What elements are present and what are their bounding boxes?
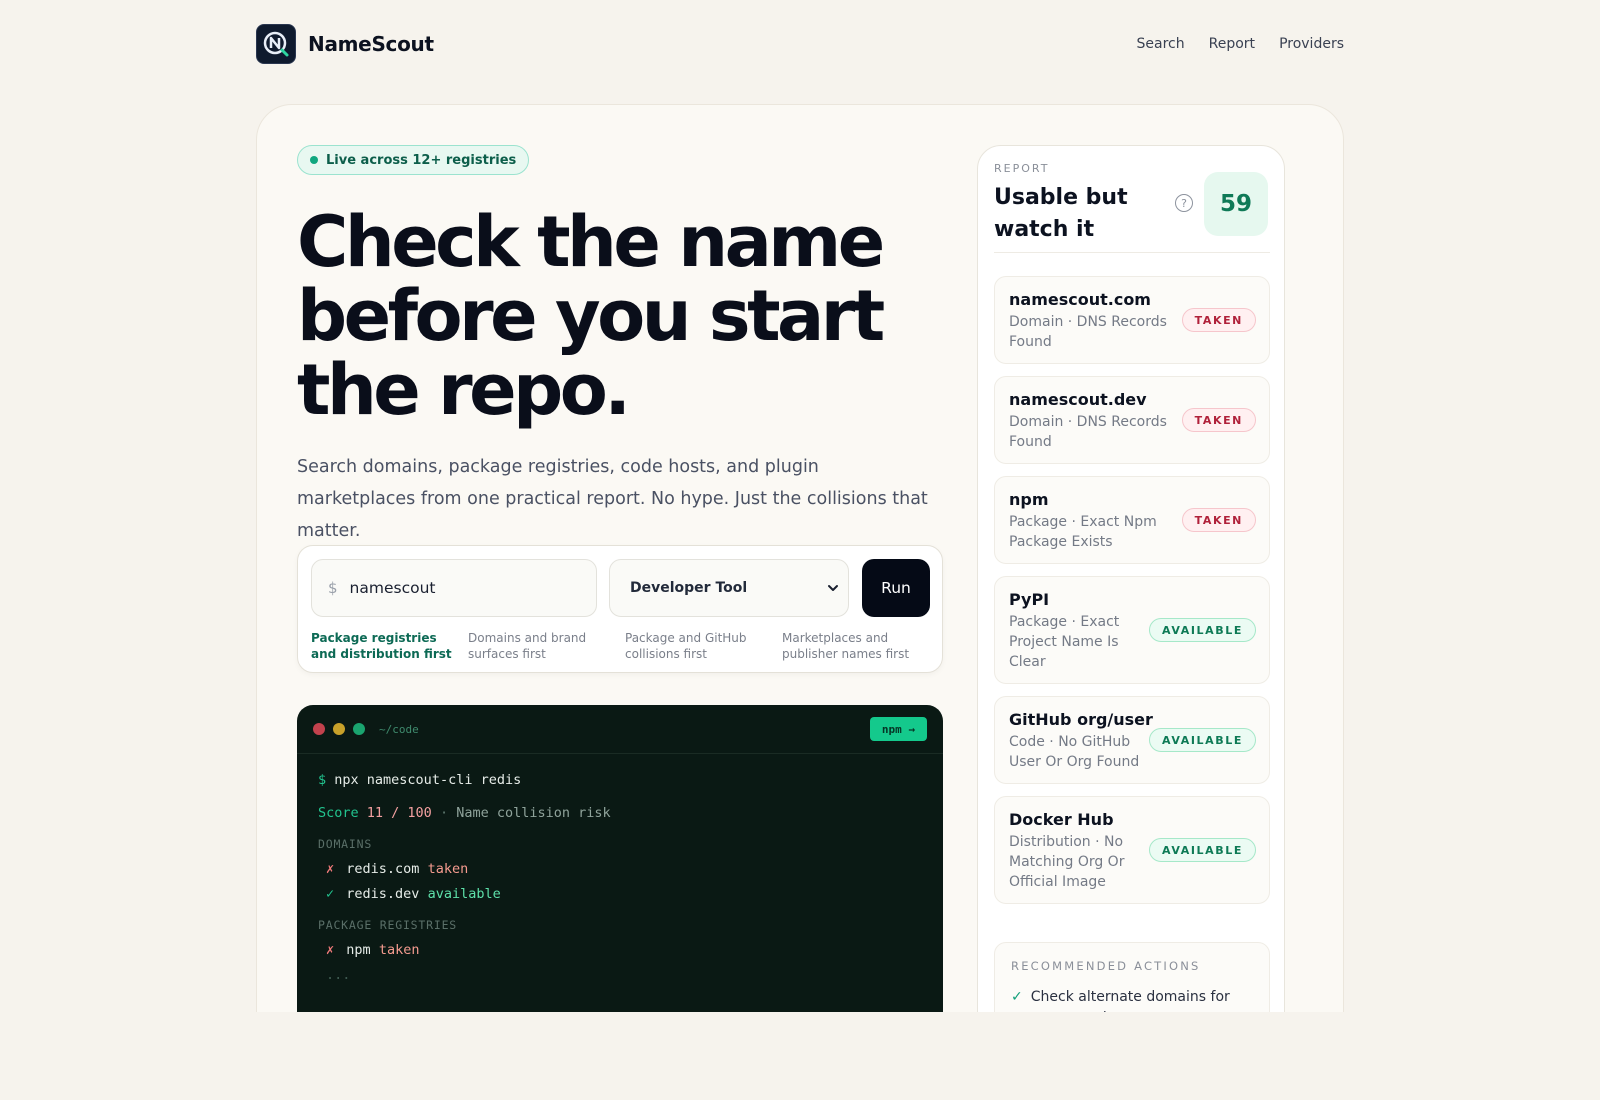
terminal-titlebar: ~/code npm → (297, 705, 943, 754)
logo-icon (256, 24, 296, 64)
terminal-row-name: npm (346, 942, 371, 958)
hero-description: Search domains, package registries, code… (297, 457, 928, 541)
brand-name: NameScout (308, 32, 434, 56)
live-dot-icon (310, 156, 318, 164)
result-meta: Package · Exact Project Name Is Clear (1009, 614, 1120, 670)
result-meta: Distribution · No Matching Org Or Offici… (1009, 834, 1125, 890)
terminal-row: ✗ redis.com taken (318, 857, 922, 882)
result-meta: Code · No GitHub User Or Org Found (1009, 734, 1140, 770)
live-pill-label: Live across 12+ registries (326, 152, 517, 168)
terminal-output: $ npx namescout-cli redis Score 11 / 100… (297, 754, 943, 1002)
terminal-ellipsis: ... (326, 967, 351, 983)
dollar-prefix-icon: $ (328, 579, 338, 597)
status-badge: TAKEN (1181, 508, 1256, 532)
mode-domains[interactable]: Domains and brand surfaces first (468, 630, 625, 662)
close-dot-icon (313, 723, 325, 735)
run-button[interactable]: Run (862, 559, 930, 617)
result-meta: Package · Exact Npm Package Exists (1009, 514, 1157, 550)
score-badge: 59 (1204, 172, 1268, 236)
result-meta: Domain · DNS Records Found (1009, 314, 1167, 350)
terminal-path: ~/code (379, 722, 419, 736)
mode-marketplaces[interactable]: Marketplaces and publisher names first (782, 630, 939, 662)
npm-badge[interactable]: npm → (869, 717, 927, 741)
hero: Live across 12+ registries Check the nam… (297, 145, 943, 547)
terminal-row: ✗ npm taken (318, 938, 922, 963)
nav-search[interactable]: Search (1137, 36, 1185, 52)
status-badge: AVAILABLE (1149, 618, 1256, 642)
result-meta: Domain · DNS Records Found (1009, 414, 1167, 450)
terminal-row-status: available (427, 886, 501, 902)
result-name: PyPI (1009, 590, 1050, 609)
result-card[interactable]: Docker Hub Distribution · No Matching Or… (994, 796, 1270, 904)
prompt-symbol: $ (318, 772, 327, 788)
maximize-dot-icon (353, 723, 365, 735)
terminal-command: npx namescout-cli redis (334, 772, 522, 788)
category-select[interactable]: Developer Tool (609, 559, 849, 617)
result-name: Docker Hub (1009, 810, 1114, 829)
terminal-section-packages: PACKAGE REGISTRIES (318, 918, 458, 932)
result-card[interactable]: namescout.dev Domain · DNS Records Found… (994, 376, 1270, 464)
name-input-wrapper[interactable]: $ (311, 559, 597, 617)
report-panel: REPORT Usable but watch it ? 59 namescou… (977, 145, 1285, 1100)
cross-icon: ✗ (326, 942, 335, 958)
terminal-row-status: taken (378, 942, 420, 958)
help-icon[interactable]: ? (1175, 194, 1193, 212)
status-badge: AVAILABLE (1149, 728, 1256, 752)
terminal-row: ✓ redis.dev available (318, 882, 922, 907)
search-modes: Package registries and distribution firs… (311, 630, 939, 662)
category-select-value: Developer Tool (630, 580, 748, 596)
result-card[interactable]: npm Package · Exact Npm Package Exists T… (994, 476, 1270, 564)
main-card: Live across 12+ registries Check the nam… (256, 104, 1344, 1100)
score-value: 11 / 100 (366, 805, 432, 821)
status-badge: TAKEN (1181, 308, 1256, 332)
status-badge: AVAILABLE (1149, 838, 1256, 862)
live-pill: Live across 12+ registries (297, 145, 530, 175)
page-bottom (0, 1012, 1600, 1100)
terminal-row-name: redis.dev (346, 886, 420, 902)
terminal-row-status: taken (427, 861, 469, 877)
score-note: Name collision risk (456, 805, 611, 821)
actions-title: RECOMMENDED ACTIONS (1011, 959, 1201, 973)
terminal-score-line: Score 11 / 100 · Name collision risk (318, 801, 922, 826)
report-title: Usable but watch it (994, 185, 1128, 242)
mode-github[interactable]: Package and GitHub collisions first (625, 630, 782, 662)
nav-providers[interactable]: Providers (1279, 36, 1344, 52)
main-nav: Search Report Providers (1137, 36, 1344, 52)
terminal-command-line: $ npx namescout-cli redis (318, 768, 922, 793)
page-title: Check the name before you start the repo… (297, 201, 885, 431)
divider (994, 252, 1270, 253)
brand[interactable]: NameScout (256, 24, 434, 64)
result-card[interactable]: namescout.com Domain · DNS Records Found… (994, 276, 1270, 364)
nav-report[interactable]: Report (1209, 36, 1255, 52)
terminal-section-domains: DOMAINS (318, 837, 373, 851)
chevron-down-icon (828, 585, 838, 591)
cross-icon: ✗ (326, 861, 335, 877)
score-separator: · (439, 805, 449, 821)
result-card[interactable]: GitHub org/user Code · No GitHub User Or… (994, 696, 1270, 784)
terminal-row-name: redis.com (346, 861, 420, 877)
result-card[interactable]: PyPI Package · Exact Project Name Is Cle… (994, 576, 1270, 684)
check-icon: ✓ (326, 886, 335, 902)
search-form: $ Developer Tool Run Package registries … (297, 545, 943, 673)
name-input[interactable] (349, 579, 570, 597)
minimize-dot-icon (333, 723, 345, 735)
score-label: Score (318, 805, 359, 821)
mode-packages[interactable]: Package registries and distribution firs… (311, 630, 468, 662)
report-eyebrow: REPORT (994, 162, 1050, 175)
status-badge: TAKEN (1181, 408, 1256, 432)
top-bar: NameScout Search Report Providers (256, 24, 1344, 64)
terminal-preview: ~/code npm → $ npx namescout-cli redis S… (297, 705, 943, 1025)
